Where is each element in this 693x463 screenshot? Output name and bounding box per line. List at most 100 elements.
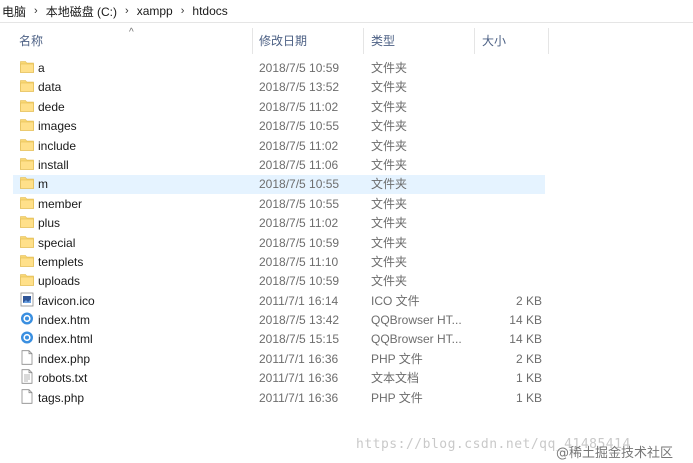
file-row[interactable]: m 2018/7/5 10:55 文件夹 xyxy=(0,175,693,195)
file-date: 2018/7/5 11:02 xyxy=(259,138,339,153)
file-name: plus xyxy=(38,216,61,231)
column-header-type[interactable]: 类型 xyxy=(364,28,475,54)
folder-icon xyxy=(20,98,34,113)
file-row[interactable]: index.htm 2018/7/5 13:42 QQBrowser HT... 14… xyxy=(0,311,693,330)
watermark-site: @稀土掘金技术社区 xyxy=(556,446,674,461)
file-name: data xyxy=(38,80,62,95)
column-header-type-label: 类型 xyxy=(371,34,396,48)
file-date: 2011/7/1 16:36 xyxy=(259,390,339,405)
column-header-date[interactable]: 修改日期 xyxy=(253,28,364,54)
file-type: 文件夹 xyxy=(371,138,408,153)
file-date: 2018/7/5 10:59 xyxy=(259,274,340,289)
file-date: 2018/7/5 10:59 xyxy=(259,235,340,250)
image-file-icon xyxy=(20,292,34,307)
file-date: 2018/7/5 10:59 xyxy=(259,61,340,75)
file-date: 2018/7/5 10:55 xyxy=(259,177,340,192)
file-type: 文件夹 xyxy=(371,61,408,75)
file-icon xyxy=(20,350,34,365)
file-size: 1 KB xyxy=(515,371,542,386)
file-row[interactable]: member 2018/7/5 10:55 文件夹 xyxy=(0,195,693,214)
file-date: 2018/7/5 13:42 xyxy=(259,313,340,328)
chevron-right-icon[interactable]: › xyxy=(28,5,44,17)
sort-ascending-icon: ^ xyxy=(129,27,134,38)
folder-icon xyxy=(20,234,34,249)
chevron-right-icon[interactable]: › xyxy=(119,5,135,17)
file-size: 14 KB xyxy=(509,332,542,347)
folder-icon xyxy=(20,195,34,210)
file-size: 2 KB xyxy=(515,351,542,366)
column-header-name[interactable]: 名称 xyxy=(0,28,253,54)
file-row[interactable]: tags.php 2011/7/1 16:36 PHP 文件 1 KB xyxy=(0,388,693,408)
file-row[interactable]: data 2018/7/5 13:52 文件夹 xyxy=(0,78,693,97)
breadcrumb-local-disk[interactable]: 本地磁盘 (C:) xyxy=(44,3,119,20)
file-list: a 2018/7/5 10:59 文件夹 data 2018/7/5 13:52 文件夹 d… xyxy=(0,59,693,408)
file-row[interactable]: index.html 2018/7/5 15:15 QQBrowser HT... 1… xyxy=(0,330,693,349)
file-name: images xyxy=(38,119,77,134)
file-name: a xyxy=(38,61,45,75)
file-row[interactable]: special 2018/7/5 10:59 文件夹 xyxy=(0,234,693,253)
file-date: 2018/7/5 10:55 xyxy=(259,119,340,134)
file-row[interactable]: favicon.ico 2011/7/1 16:14 ICO 文件 2 KB xyxy=(0,292,693,311)
folder-icon xyxy=(20,117,34,132)
file-row[interactable]: plus 2018/7/5 11:02 文件夹 xyxy=(0,214,693,233)
file-type: QQBrowser HT... xyxy=(371,313,462,328)
column-header-date-label: 修改日期 xyxy=(259,34,308,48)
file-type: PHP 文件 xyxy=(371,390,423,405)
file-name: uploads xyxy=(38,274,81,289)
file-row[interactable]: robots.txt 2011/7/1 16:36 文本文档 1 KB xyxy=(0,369,693,388)
file-row[interactable]: include 2018/7/5 11:02 文件夹 xyxy=(0,137,693,156)
column-header-row: 名称 修改日期 类型 大小 xyxy=(0,28,693,54)
file-row[interactable]: install 2018/7/5 11:06 文件夹 xyxy=(0,156,693,175)
file-type: ICO 文件 xyxy=(371,293,420,308)
file-type: 文件夹 xyxy=(371,157,408,172)
file-name: templets xyxy=(38,254,84,269)
file-type: 文件夹 xyxy=(371,80,408,95)
file-date: 2018/7/5 11:02 xyxy=(259,216,339,231)
file-date: 2018/7/5 11:06 xyxy=(259,157,339,172)
folder-icon xyxy=(20,78,34,93)
text-file-icon xyxy=(20,369,34,384)
file-row[interactable]: templets 2018/7/5 11:10 文件夹 xyxy=(0,253,693,272)
file-date: 2018/7/5 13:52 xyxy=(259,80,340,95)
file-row[interactable]: dede 2018/7/5 11:02 文件夹 xyxy=(0,98,693,117)
breadcrumb: 电脑 › 本地磁盘 (C:) › xampp › htdocs xyxy=(0,0,693,23)
file-size: 2 KB xyxy=(515,293,542,308)
folder-icon xyxy=(20,253,34,268)
file-type: PHP 文件 xyxy=(371,351,423,366)
column-header-size[interactable]: 大小 xyxy=(475,28,549,54)
breadcrumb-htdocs[interactable]: htdocs xyxy=(190,4,229,18)
file-size: 1 KB xyxy=(515,390,542,405)
file-size: 14 KB xyxy=(509,313,542,328)
file-row[interactable]: uploads 2018/7/5 10:59 文件夹 xyxy=(0,272,693,291)
file-name: index.htm xyxy=(38,313,91,328)
file-type: 文件夹 xyxy=(371,235,408,250)
file-row[interactable]: a 2018/7/5 10:59 文件夹 xyxy=(0,59,693,78)
folder-icon xyxy=(20,272,34,287)
column-divider[interactable] xyxy=(548,28,549,54)
file-type: 文本文档 xyxy=(371,371,420,386)
file-row[interactable]: images 2018/7/5 10:55 文件夹 xyxy=(0,117,693,136)
file-type: 文件夹 xyxy=(371,99,408,114)
file-type: 文件夹 xyxy=(371,196,408,211)
file-date: 2018/7/5 10:55 xyxy=(259,196,340,211)
chevron-right-icon[interactable]: › xyxy=(175,5,191,17)
file-name: m xyxy=(38,177,48,192)
file-date: 2018/7/5 15:15 xyxy=(259,332,340,347)
file-name: special xyxy=(38,235,76,250)
file-date: 2011/7/1 16:36 xyxy=(259,351,339,366)
file-date: 2011/7/1 16:14 xyxy=(259,293,339,308)
breadcrumb-xampp[interactable]: xampp xyxy=(135,4,175,18)
file-name: tags.php xyxy=(38,390,85,405)
folder-icon xyxy=(20,59,34,74)
file-date: 2018/7/5 11:10 xyxy=(259,254,339,269)
file-type: 文件夹 xyxy=(371,177,408,192)
file-icon xyxy=(20,388,34,404)
file-type: 文件夹 xyxy=(371,119,408,134)
breadcrumb-this-pc[interactable]: 电脑 xyxy=(0,3,28,20)
file-row[interactable]: index.php 2011/7/1 16:36 PHP 文件 2 KB xyxy=(0,350,693,369)
column-header-size-label: 大小 xyxy=(482,34,507,48)
file-name: index.html xyxy=(38,332,93,347)
file-name: install xyxy=(38,157,69,172)
browser-icon xyxy=(20,330,34,345)
file-type: 文件夹 xyxy=(371,216,408,231)
